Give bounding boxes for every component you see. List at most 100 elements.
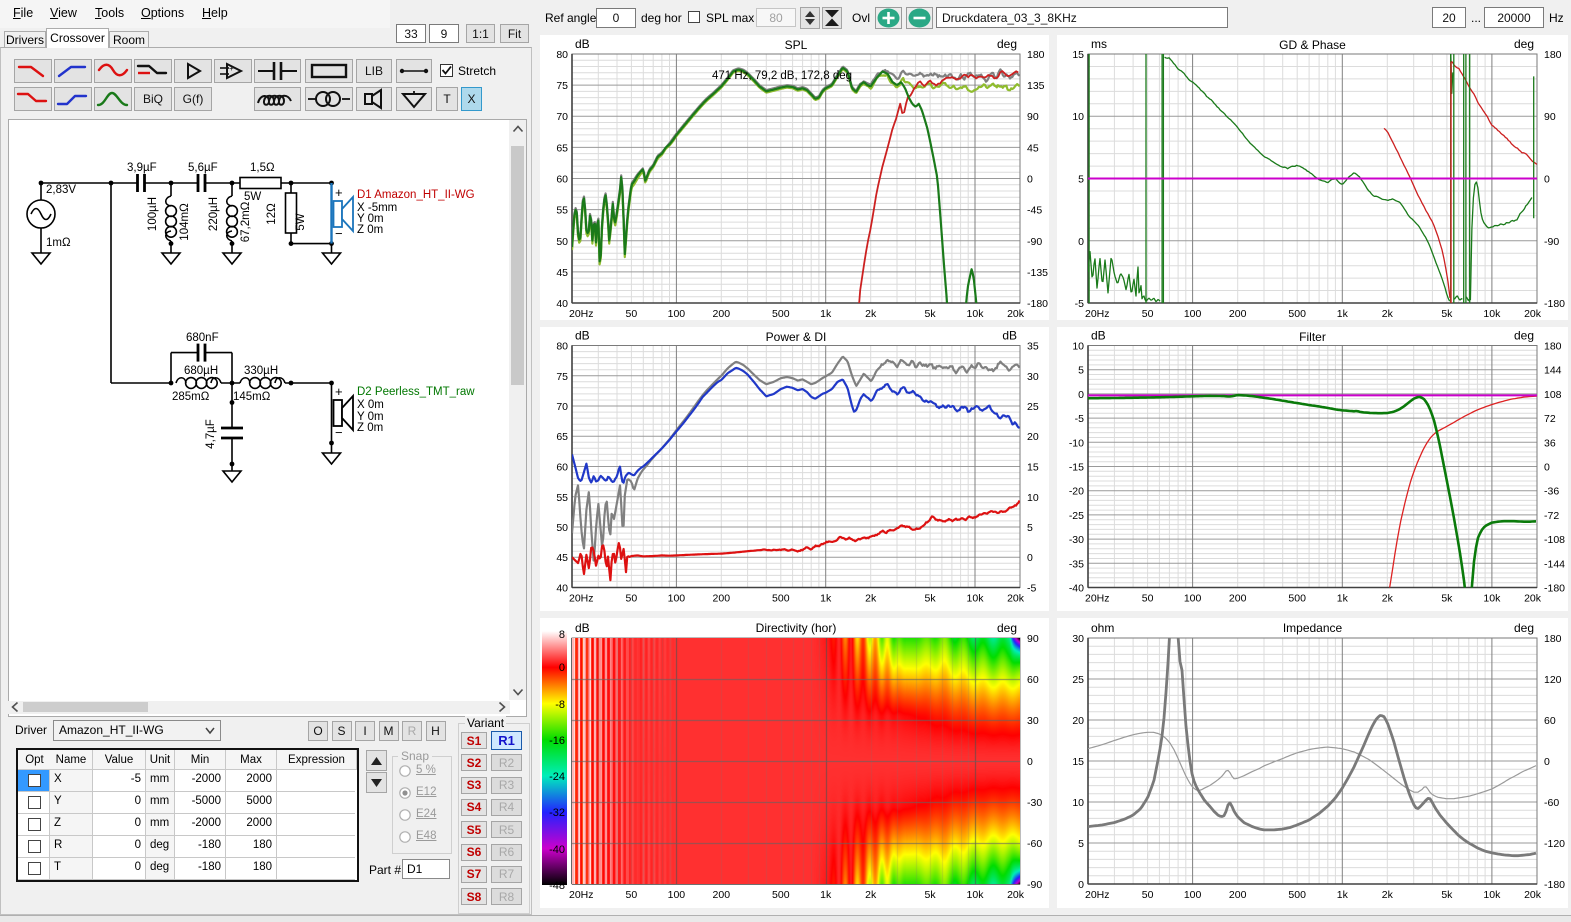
svg-text:−: −: [335, 425, 343, 440]
svg-text:15: 15: [1027, 462, 1039, 474]
svg-text:180: 180: [1027, 49, 1045, 61]
svg-text:-72: -72: [1544, 510, 1559, 522]
svg-text:-180: -180: [1544, 298, 1565, 310]
svg-text:20Hz: 20Hz: [569, 593, 594, 605]
svg-text:+: +: [335, 384, 343, 399]
svg-text:-108: -108: [1544, 534, 1565, 546]
svg-text:15: 15: [1072, 49, 1084, 61]
svg-text:-180: -180: [1544, 879, 1565, 891]
svg-text:-180: -180: [1027, 298, 1048, 310]
svg-text:50: 50: [1142, 308, 1154, 320]
svg-text:20Hz: 20Hz: [569, 889, 594, 901]
svg-text:35: 35: [1027, 341, 1039, 353]
svg-text:75: 75: [556, 80, 568, 92]
svg-text:deg: deg: [1514, 621, 1534, 635]
svg-text:45: 45: [556, 267, 568, 279]
svg-text:100: 100: [668, 889, 686, 901]
svg-text:10k: 10k: [1483, 889, 1501, 901]
svg-text:2k: 2k: [865, 308, 877, 320]
svg-text:deg: deg: [997, 37, 1017, 51]
svg-text:0: 0: [1544, 756, 1550, 768]
svg-text:20k: 20k: [1007, 593, 1025, 605]
svg-text:30: 30: [1027, 371, 1039, 383]
svg-text:30: 30: [1027, 715, 1039, 727]
svg-text:dB: dB: [1091, 329, 1106, 343]
svg-text:D2 Peerless_TMT_raw: D2 Peerless_TMT_raw: [357, 386, 475, 398]
svg-text:75: 75: [556, 371, 568, 383]
svg-text:10k: 10k: [967, 889, 985, 901]
svg-text:-36: -36: [1544, 486, 1559, 498]
svg-text:dB: dB: [575, 37, 590, 51]
svg-text:-30: -30: [1027, 797, 1042, 809]
svg-text:285mΩ: 285mΩ: [172, 391, 210, 403]
svg-text:1mΩ: 1mΩ: [46, 237, 71, 249]
svg-text:55: 55: [556, 492, 568, 504]
svg-text:1k: 1k: [820, 308, 832, 320]
svg-text:145mΩ: 145mΩ: [233, 391, 271, 403]
svg-text:100µH: 100µH: [147, 197, 159, 231]
svg-text:-40: -40: [1069, 583, 1084, 595]
svg-text:5: 5: [1027, 522, 1033, 534]
svg-text:60: 60: [556, 174, 568, 186]
svg-text:100: 100: [1184, 593, 1202, 605]
svg-text:2k: 2k: [1382, 889, 1394, 901]
svg-text:45: 45: [1027, 142, 1039, 154]
svg-text:5W: 5W: [244, 191, 261, 203]
svg-text:Z 0m: Z 0m: [357, 422, 383, 434]
svg-text:+: +: [229, 64, 234, 73]
svg-text:500: 500: [1288, 593, 1306, 605]
svg-text:20k: 20k: [1007, 889, 1025, 901]
svg-text:-90: -90: [1027, 879, 1042, 891]
svg-text:5: 5: [1078, 365, 1084, 377]
svg-text:100: 100: [668, 593, 686, 605]
svg-text:20Hz: 20Hz: [1085, 308, 1110, 320]
svg-text:60: 60: [556, 462, 568, 474]
svg-text:80: 80: [556, 341, 568, 353]
svg-text:5: 5: [1078, 174, 1084, 186]
svg-text:-60: -60: [1027, 838, 1042, 850]
svg-text:200: 200: [713, 593, 731, 605]
svg-text:dB: dB: [575, 329, 590, 343]
svg-text:5k: 5k: [925, 308, 937, 320]
svg-text:70: 70: [556, 401, 568, 413]
svg-text:-60: -60: [1544, 797, 1559, 809]
svg-text:2k: 2k: [1382, 593, 1394, 605]
svg-text:15: 15: [1072, 756, 1084, 768]
svg-text:2k: 2k: [865, 593, 877, 605]
svg-text:1k: 1k: [1337, 308, 1349, 320]
svg-text:20k: 20k: [1524, 593, 1542, 605]
svg-text:100: 100: [668, 308, 686, 320]
svg-text:5: 5: [1078, 838, 1084, 850]
svg-text:500: 500: [772, 308, 790, 320]
svg-text:50: 50: [1142, 593, 1154, 605]
svg-text:680nF: 680nF: [186, 332, 219, 344]
svg-text:1k: 1k: [1337, 889, 1349, 901]
svg-text:50: 50: [556, 522, 568, 534]
svg-text:90: 90: [1027, 633, 1039, 645]
svg-text:10k: 10k: [1483, 308, 1501, 320]
svg-text:5k: 5k: [1441, 308, 1453, 320]
svg-text:-15: -15: [1069, 462, 1084, 474]
svg-text:50: 50: [1142, 889, 1154, 901]
svg-text:20k: 20k: [1524, 889, 1542, 901]
svg-text:10k: 10k: [1483, 593, 1501, 605]
svg-text:65: 65: [556, 431, 568, 443]
svg-text:-20: -20: [1069, 486, 1084, 498]
svg-text:25: 25: [1027, 401, 1039, 413]
svg-text:500: 500: [1288, 889, 1306, 901]
svg-text:dB: dB: [575, 621, 590, 635]
svg-text:72: 72: [1544, 413, 1556, 425]
svg-text:-30: -30: [1069, 534, 1084, 546]
svg-text:-25: -25: [1069, 510, 1084, 522]
svg-text:20k: 20k: [1524, 308, 1542, 320]
svg-text:10: 10: [1072, 111, 1084, 123]
svg-text:2k: 2k: [865, 889, 877, 901]
svg-text:-144: -144: [1544, 558, 1565, 570]
svg-text:20: 20: [1072, 715, 1084, 727]
svg-text:471 Hz, 79,2 dB, 172,8 deg: 471 Hz, 79,2 dB, 172,8 deg: [712, 70, 852, 82]
svg-text:60: 60: [1544, 715, 1556, 727]
svg-text:180: 180: [1544, 633, 1562, 645]
svg-text:ms: ms: [1091, 37, 1107, 51]
svg-text:deg: deg: [1514, 37, 1534, 51]
svg-text:1k: 1k: [820, 593, 832, 605]
